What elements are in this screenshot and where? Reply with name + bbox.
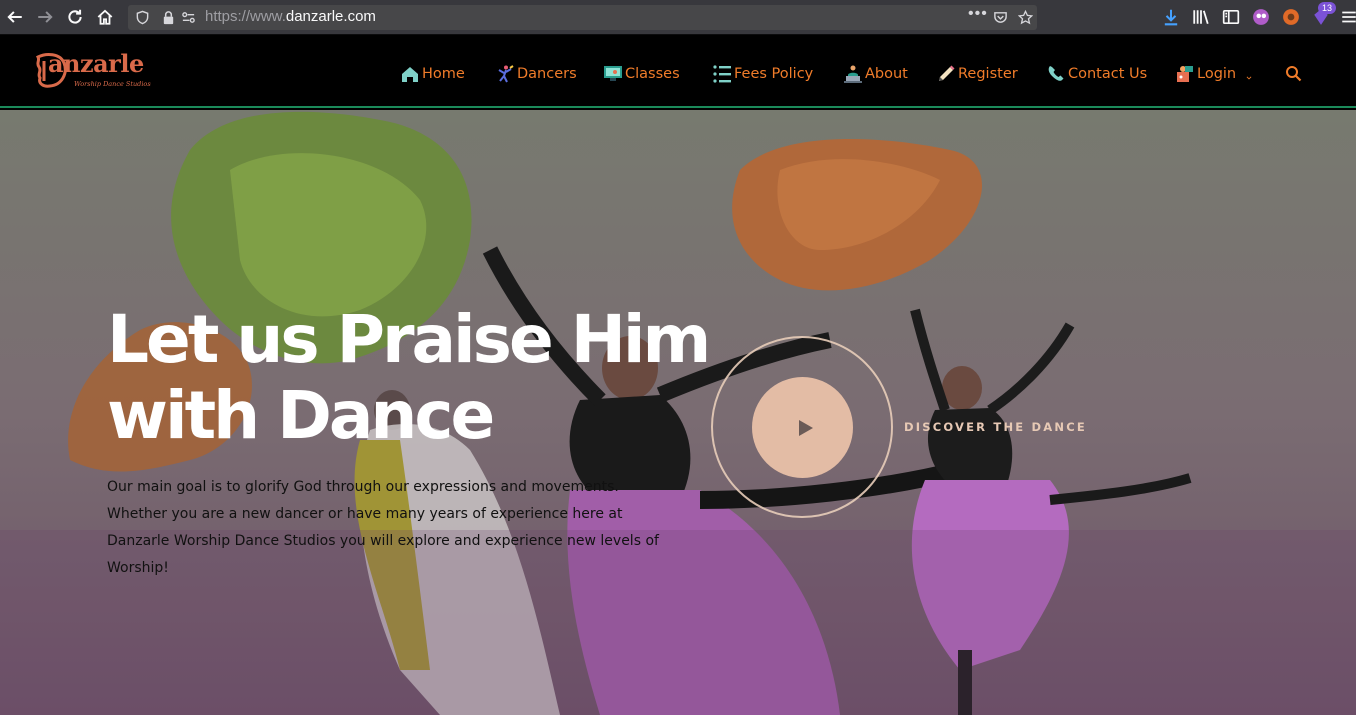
nav-classes[interactable]: Classes xyxy=(603,57,680,85)
download-icon[interactable] xyxy=(1160,6,1182,28)
hero-title-line1: Let us Praise Him xyxy=(107,301,711,378)
nav-login[interactable]: Login xyxy=(1175,57,1254,85)
play-icon xyxy=(798,419,813,436)
extension-icon-2[interactable] xyxy=(1280,6,1302,28)
discover-the-dance-link[interactable]: DISCOVER THE DANCE xyxy=(904,420,1087,434)
reload-icon[interactable] xyxy=(64,6,86,28)
lock-icon[interactable] xyxy=(160,9,176,25)
nav-label: Register xyxy=(958,66,1018,82)
search-button[interactable] xyxy=(1284,57,1306,85)
extension-icon-1[interactable] xyxy=(1250,6,1272,28)
dancer-icon xyxy=(495,63,515,85)
forward-icon[interactable] xyxy=(34,6,56,28)
nav-label: Dancers xyxy=(517,66,577,82)
login-icon xyxy=(1175,63,1195,85)
hero-section: Let us Praise Him with Dance Our main go… xyxy=(0,110,1356,715)
nav-fees-policy[interactable]: Fees Policy xyxy=(712,57,813,85)
extension-badge: 13 xyxy=(1318,2,1336,14)
url-bar[interactable]: https://www.danzarle.com ••• xyxy=(128,5,1037,30)
play-video-button[interactable] xyxy=(752,377,853,478)
nav-label: Home xyxy=(422,66,465,82)
pocket-icon[interactable] xyxy=(992,9,1008,25)
nav-about[interactable]: About xyxy=(843,57,908,85)
nav-label: Login xyxy=(1197,66,1237,82)
list-icon xyxy=(712,63,732,85)
library-icon[interactable] xyxy=(1190,6,1212,28)
hero-title-line2: with Dance xyxy=(107,377,495,454)
nav-label: Contact Us xyxy=(1068,66,1148,82)
pencil-icon xyxy=(936,63,956,85)
nav-contact-us[interactable]: Contact Us xyxy=(1046,57,1147,85)
hero-title: Let us Praise Him with Dance xyxy=(107,302,747,454)
logo-tagline: Worship Dance Studios xyxy=(74,80,151,88)
nav-home[interactable]: Home xyxy=(400,57,465,85)
url-protocol: https://www. xyxy=(205,8,286,25)
nav-label: Classes xyxy=(625,66,680,82)
nav-label: About xyxy=(865,66,908,82)
url-text[interactable]: https://www.danzarle.com xyxy=(205,8,376,25)
site-header: anzarle Worship Dance Studios Home Dance… xyxy=(0,35,1356,108)
shield-icon[interactable] xyxy=(134,9,150,25)
page-actions-icon[interactable]: ••• xyxy=(968,5,988,23)
chevron-down-icon xyxy=(1246,76,1252,80)
menu-icon[interactable] xyxy=(1338,6,1356,28)
site-logo[interactable]: anzarle Worship Dance Studios xyxy=(34,49,151,93)
sidebar-icon[interactable] xyxy=(1220,6,1242,28)
bookmark-star-icon[interactable] xyxy=(1017,9,1033,25)
url-host: danzarle.com xyxy=(285,8,376,25)
phone-icon xyxy=(1046,63,1066,85)
permissions-icon[interactable] xyxy=(180,9,196,25)
home-browser-icon[interactable] xyxy=(94,6,116,28)
logo-text: anzarle xyxy=(48,49,144,78)
hero-description: Our main goal is to glorify God through … xyxy=(107,479,659,576)
nav-label: Fees Policy xyxy=(734,66,814,82)
nav-register[interactable]: Register xyxy=(936,57,1018,85)
search-icon xyxy=(1284,63,1304,85)
browser-toolbar: https://www.danzarle.com ••• 13 xyxy=(0,0,1356,35)
back-icon[interactable] xyxy=(4,6,26,28)
monitor-icon xyxy=(603,63,623,85)
nav-dancers[interactable]: Dancers xyxy=(495,57,577,85)
home-icon xyxy=(400,63,420,85)
person-laptop-icon xyxy=(843,63,863,85)
